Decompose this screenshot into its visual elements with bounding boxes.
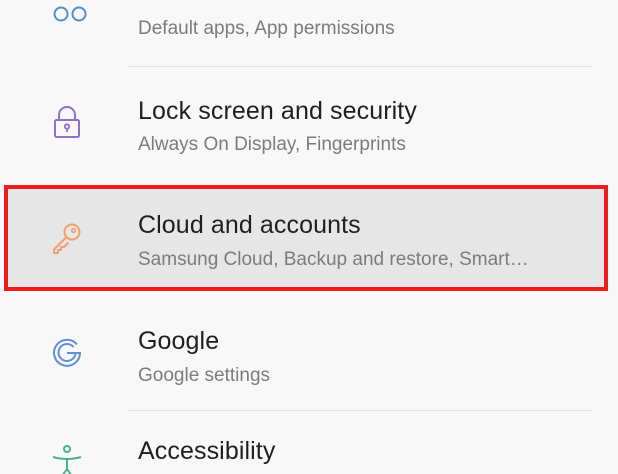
key-icon <box>50 221 84 255</box>
settings-screen: ​ Default apps, App permissions Lock scr… <box>0 0 618 474</box>
settings-item-accessibility[interactable]: Accessibility <box>0 411 618 474</box>
settings-item-subtitle: Default apps, App permissions <box>138 18 395 39</box>
settings-item-subtitle: Samsung Cloud, Backup and restore, Smart… <box>138 249 529 270</box>
settings-item-title: Cloud and accounts <box>138 211 361 239</box>
settings-item-apps[interactable]: ​ Default apps, App permissions <box>0 0 618 66</box>
apps-icon <box>52 2 96 26</box>
settings-item-title: Accessibility <box>138 437 276 465</box>
settings-item-title: Google <box>138 327 220 355</box>
settings-item-title: Lock screen and security <box>138 97 417 125</box>
lock-icon <box>50 105 84 139</box>
settings-item-subtitle: Always On Display, Fingerprints <box>138 134 406 155</box>
settings-item-subtitle: Google settings <box>138 365 271 386</box>
accessibility-icon <box>50 445 84 474</box>
settings-item-google[interactable]: Google Google settings <box>0 291 618 410</box>
google-icon <box>50 335 84 369</box>
settings-item-cloud-accounts[interactable]: Cloud and accounts Samsung Cloud, Backup… <box>0 185 618 291</box>
settings-item-lock-screen[interactable]: Lock screen and security Always On Displ… <box>0 67 618 185</box>
